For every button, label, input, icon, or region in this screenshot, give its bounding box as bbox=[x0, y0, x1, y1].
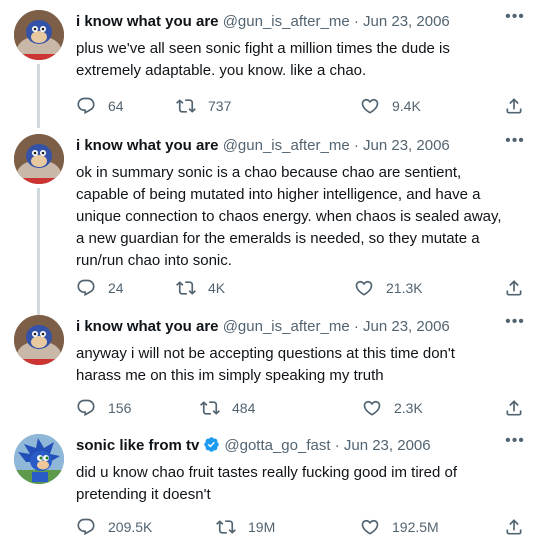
tweet-text: did u know chao fruit tastes really fuck… bbox=[76, 464, 458, 503]
tweet-text: anyway i will not be accepting questions… bbox=[76, 345, 455, 384]
retweet-button[interactable]: 484 bbox=[200, 396, 255, 420]
retweet-icon bbox=[176, 281, 196, 295]
avatar[interactable] bbox=[14, 315, 64, 365]
share-icon bbox=[506, 280, 522, 296]
like-button[interactable]: 2.3K bbox=[362, 396, 423, 420]
tweet[interactable]: i know what you are @gun_is_after_me · J… bbox=[0, 314, 540, 425]
reply-count: 156 bbox=[108, 400, 132, 416]
author-handle[interactable]: @gun_is_after_me bbox=[223, 137, 350, 154]
author-handle[interactable]: @gun_is_after_me bbox=[223, 13, 350, 30]
avatar[interactable] bbox=[14, 134, 64, 184]
tweet-header: i know what you are @gun_is_after_me · J… bbox=[76, 317, 496, 337]
avatar[interactable] bbox=[14, 10, 64, 60]
author-name[interactable]: i know what you are bbox=[76, 318, 219, 335]
separator: · bbox=[334, 437, 340, 454]
like-count: 192.5M bbox=[392, 519, 439, 535]
author-name[interactable]: i know what you are bbox=[76, 137, 219, 154]
reply-button[interactable]: 64 bbox=[76, 94, 124, 118]
like-icon bbox=[355, 280, 373, 296]
like-button[interactable]: 21.3K bbox=[354, 276, 423, 300]
retweet-icon bbox=[176, 99, 196, 113]
like-icon bbox=[361, 98, 379, 114]
verified-badge-icon bbox=[203, 436, 220, 453]
more-icon[interactable]: ••• bbox=[504, 9, 526, 32]
share-icon bbox=[506, 400, 522, 416]
reply-icon bbox=[77, 97, 95, 115]
share-button[interactable] bbox=[504, 515, 524, 539]
reply-button[interactable]: 156 bbox=[76, 396, 131, 420]
action-bar: 64 737 9.4K bbox=[76, 94, 526, 118]
tweet-date[interactable]: Jun 23, 2006 bbox=[344, 437, 431, 454]
separator: · bbox=[353, 318, 359, 335]
like-count: 9.4K bbox=[392, 98, 421, 114]
share-button[interactable] bbox=[504, 396, 524, 420]
tweet[interactable]: i know what you are @gun_is_after_me · J… bbox=[0, 133, 540, 315]
tweet-header: i know what you are @gun_is_after_me · J… bbox=[76, 136, 496, 156]
reply-icon bbox=[77, 279, 95, 297]
separator: · bbox=[353, 137, 359, 154]
like-count: 2.3K bbox=[394, 400, 423, 416]
author-name[interactable]: i know what you are bbox=[76, 13, 219, 30]
author-name[interactable]: sonic like from tv bbox=[76, 437, 199, 454]
tweet-date[interactable]: Jun 23, 2006 bbox=[363, 13, 450, 30]
like-icon bbox=[363, 400, 381, 416]
retweet-count: 19M bbox=[248, 519, 276, 535]
reply-icon bbox=[77, 518, 95, 536]
retweet-icon bbox=[200, 401, 220, 415]
share-icon bbox=[506, 98, 522, 114]
like-icon bbox=[361, 519, 379, 535]
like-button[interactable]: 192.5M bbox=[360, 515, 439, 539]
share-button[interactable] bbox=[504, 276, 524, 300]
thread-line bbox=[37, 64, 40, 128]
author-handle[interactable]: @gun_is_after_me bbox=[223, 318, 350, 335]
tweet-text: ok in summary sonic is a chao because ch… bbox=[76, 164, 502, 269]
author-handle[interactable]: @gotta_go_fast bbox=[224, 437, 330, 454]
tweet[interactable]: sonic like from tv @gotta_go_fast · Jun 2… bbox=[0, 433, 540, 546]
more-icon[interactable]: ••• bbox=[504, 433, 526, 456]
retweet-count: 737 bbox=[208, 98, 232, 114]
tweet-header: sonic like from tv @gotta_go_fast · Jun 2… bbox=[76, 436, 496, 456]
tweet[interactable]: i know what you are @gun_is_after_me · J… bbox=[0, 9, 540, 128]
retweet-icon bbox=[216, 520, 236, 534]
reply-count: 24 bbox=[108, 280, 124, 296]
reply-button[interactable]: 24 bbox=[76, 276, 124, 300]
action-bar: 156 484 2.3K bbox=[76, 396, 526, 420]
tweet-header: i know what you are @gun_is_after_me · J… bbox=[76, 12, 496, 32]
retweet-button[interactable]: 4K bbox=[176, 276, 225, 300]
separator: · bbox=[353, 13, 359, 30]
avatar[interactable] bbox=[14, 434, 64, 484]
retweet-count: 484 bbox=[232, 400, 256, 416]
thread-line bbox=[37, 188, 40, 315]
share-button[interactable] bbox=[504, 94, 524, 118]
more-icon[interactable]: ••• bbox=[504, 314, 526, 337]
action-bar: 24 4K 21.3K bbox=[76, 276, 526, 300]
more-icon[interactable]: ••• bbox=[504, 133, 526, 156]
tweet-text: plus we've all seen sonic fight a millio… bbox=[76, 40, 450, 79]
reply-count: 209.5K bbox=[108, 519, 153, 535]
reply-count: 64 bbox=[108, 98, 124, 114]
tweet-date[interactable]: Jun 23, 2006 bbox=[363, 137, 450, 154]
share-icon bbox=[506, 519, 522, 535]
action-bar: 209.5K 19M 192.5M bbox=[76, 515, 526, 539]
retweet-button[interactable]: 737 bbox=[176, 94, 231, 118]
retweet-button[interactable]: 19M bbox=[216, 515, 275, 539]
reply-button[interactable]: 209.5K bbox=[76, 515, 152, 539]
retweet-count: 4K bbox=[208, 280, 226, 296]
reply-icon bbox=[77, 399, 95, 417]
like-button[interactable]: 9.4K bbox=[360, 94, 421, 118]
tweet-date[interactable]: Jun 23, 2006 bbox=[363, 318, 450, 335]
like-count: 21.3K bbox=[386, 280, 423, 296]
